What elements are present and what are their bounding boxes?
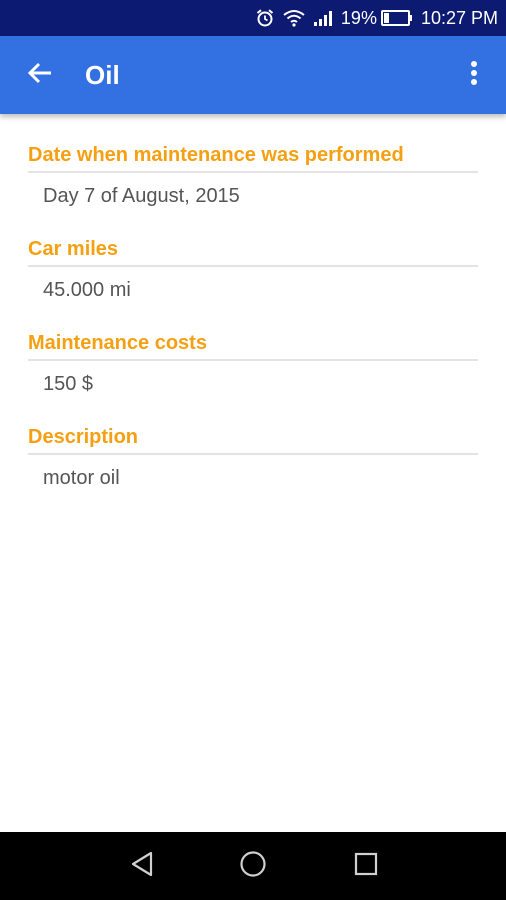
field-car-miles: Car miles 45.000 mi <box>28 238 478 302</box>
field-label-description: Description <box>28 426 478 455</box>
back-triangle-icon <box>129 850 155 883</box>
nav-back-button[interactable] <box>122 846 162 886</box>
recents-square-icon <box>353 851 379 882</box>
field-value-date: Day 7 of August, 2015 <box>43 185 240 207</box>
field-label-car-miles: Car miles <box>28 238 478 267</box>
field-date: Date when maintenance was performed Day … <box>28 144 478 208</box>
arrow-back-icon <box>27 60 53 91</box>
maintenance-details: Date when maintenance was performed Day … <box>28 144 478 520</box>
battery-indicator: 19% <box>341 8 413 29</box>
field-value-car-miles: 45.000 mi <box>43 279 131 301</box>
battery-percent: 19% <box>340 7 377 28</box>
navigation-bar <box>0 832 506 900</box>
field-costs: Maintenance costs 150 $ <box>28 332 478 396</box>
app-bar: Oil <box>0 36 506 114</box>
field-label-costs: Maintenance costs <box>28 332 478 361</box>
field-value-description: motor oil <box>43 467 120 489</box>
nav-home-button[interactable] <box>233 846 273 886</box>
field-label-date: Date when maintenance was performed <box>28 144 478 173</box>
field-value-costs: 150 $ <box>43 373 94 395</box>
alarm-icon <box>255 8 275 28</box>
home-circle-icon <box>239 850 267 883</box>
status-time: 10:27 PM <box>420 7 498 28</box>
status-bar: 19% 10:27 PM <box>0 0 506 36</box>
field-description: Description motor oil <box>28 426 478 490</box>
signal-icon <box>313 9 333 27</box>
wifi-icon <box>283 9 305 27</box>
status-icons: 19% 10:27 PM <box>255 0 498 36</box>
nav-recents-button[interactable] <box>346 846 386 886</box>
more-vert-icon <box>470 60 478 91</box>
back-button[interactable] <box>20 55 60 95</box>
page-title: Oil <box>85 60 120 90</box>
overflow-menu-button[interactable] <box>454 55 494 95</box>
battery-icon <box>380 10 413 26</box>
